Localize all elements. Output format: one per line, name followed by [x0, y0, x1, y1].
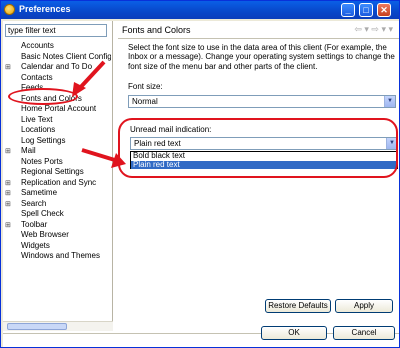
- tree-item-label: Calendar and To Do: [21, 62, 93, 71]
- tree-item[interactable]: ⊞ Calendar and To Do: [5, 62, 111, 73]
- tree-item-label: Notes Ports: [21, 156, 63, 166]
- expand-icon[interactable]: ⊞: [5, 201, 11, 208]
- scrollbar-thumb[interactable]: [7, 323, 67, 330]
- tree-item[interactable]: Regional Settings: [5, 167, 111, 178]
- title-divider: [118, 38, 399, 39]
- tree-item-label: Sametime: [21, 188, 58, 197]
- tree-item[interactable]: Windows and Themes: [5, 251, 111, 262]
- tree-item[interactable]: ⊞ Search: [5, 199, 111, 210]
- tree-item[interactable]: Spell Check: [5, 209, 111, 220]
- tree-item-label: Live Text: [21, 114, 53, 124]
- tree-item-label: Regional Settings: [21, 167, 84, 176]
- tree-horizontal-scrollbar[interactable]: [3, 321, 113, 331]
- expand-icon[interactable]: ⊞: [5, 222, 11, 229]
- tree-item-label: Log Settings: [21, 135, 66, 145]
- title-bar[interactable]: Preferences _ □ ✕: [1, 1, 399, 19]
- tree-item-label: Web Browser: [21, 230, 69, 239]
- cancel-button[interactable]: Cancel: [333, 326, 395, 340]
- app-icon: [4, 4, 15, 15]
- tree-item-label: Replication and Sync: [21, 177, 97, 187]
- maximize-button[interactable]: □: [359, 3, 373, 17]
- font-size-select[interactable]: Normal ▼: [128, 95, 396, 108]
- history-nav-icons[interactable]: ⇦ ▾ ⇨ ▾ ▾: [354, 24, 393, 35]
- tree-item[interactable]: ⊞ Toolbar: [5, 220, 111, 231]
- page-title: Fonts and Colors: [122, 25, 191, 35]
- tree-item-label: Windows and Themes: [21, 251, 100, 260]
- restore-defaults-button[interactable]: Restore Defaults: [265, 299, 331, 313]
- tree-item[interactable]: Contacts: [5, 73, 111, 84]
- window-title: Preferences: [19, 4, 71, 14]
- tree-item-label: Spell Check: [21, 209, 64, 218]
- preferences-tree: Accounts Basic Notes Client Configur ⊞ Cale…: [5, 41, 111, 262]
- tree-item[interactable]: Web Browser: [5, 230, 111, 241]
- tree-item[interactable]: Live Text: [5, 115, 111, 126]
- annotation-ellipse: [8, 88, 78, 105]
- tree-item[interactable]: ⊞ Replication and Sync: [5, 178, 111, 189]
- tree-item[interactable]: Home Portal Account: [5, 104, 111, 115]
- apply-button[interactable]: Apply: [335, 299, 393, 313]
- expand-icon[interactable]: ⊞: [5, 64, 11, 71]
- tree-item-label: Mail: [21, 146, 36, 155]
- expand-icon[interactable]: ⊞: [5, 148, 11, 155]
- expand-icon[interactable]: ⊞: [5, 190, 11, 197]
- minimize-button[interactable]: _: [341, 3, 355, 17]
- dialog-content: AccountsBasic Notes Client Configur ⊞ Cale…: [3, 21, 399, 347]
- tree-item[interactable]: Notes Ports: [5, 157, 111, 168]
- tree-item[interactable]: Locations: [5, 125, 111, 136]
- tree-item-label: Toolbar: [21, 219, 48, 229]
- close-button[interactable]: ✕: [377, 3, 391, 17]
- tree-item[interactable]: Log Settings: [5, 136, 111, 147]
- tree-item[interactable]: Basic Notes Client Configur: [5, 52, 111, 63]
- tree-item[interactable]: Accounts: [5, 41, 111, 52]
- expand-icon[interactable]: ⊞: [5, 180, 11, 187]
- filter-input[interactable]: [5, 24, 107, 37]
- tree-item-label: Home Portal Account: [21, 104, 97, 113]
- annotation-box: [118, 118, 398, 178]
- tree-item[interactable]: Widgets: [5, 241, 111, 252]
- font-size-value: Normal: [132, 97, 158, 106]
- font-size-label: Font size:: [128, 82, 163, 91]
- page-description: Select the font size to use in the data …: [128, 43, 395, 71]
- tree-item-label: Contacts: [21, 72, 53, 82]
- tree-item-label: Locations: [21, 125, 56, 134]
- tree-item[interactable]: ⊞ Sametime: [5, 188, 111, 199]
- tree-item-label: Accounts: [21, 41, 54, 50]
- tree-item-label: Search: [21, 198, 47, 208]
- preferences-tree-panel: AccountsBasic Notes Client Configur ⊞ Cale…: [3, 21, 113, 331]
- chevron-down-icon[interactable]: ▼: [384, 96, 395, 107]
- tree-item-label: Basic Notes Client Configur: [21, 51, 111, 61]
- tree-item[interactable]: ⊞ Mail: [5, 146, 111, 157]
- ok-button[interactable]: OK: [261, 326, 327, 340]
- tree-item-label: Widgets: [21, 240, 50, 250]
